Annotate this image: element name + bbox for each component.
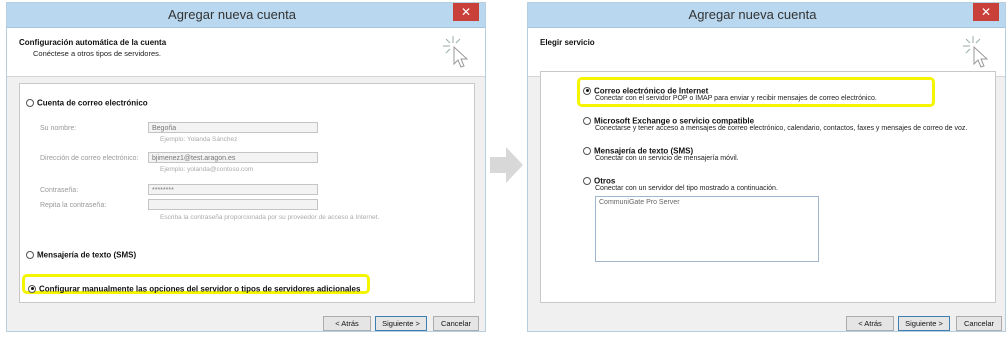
name-label: Su nombre: (40, 125, 77, 132)
title-bar: Agregar nueva cuenta ✕ (528, 3, 1005, 28)
dialog-header: Configuración automática de la cuenta Co… (7, 28, 485, 77)
next-button[interactable]: Siguiente > (375, 316, 427, 331)
email-input[interactable]: bjimenez1@test.aragon.es (148, 152, 318, 163)
option-sms-desc: Conectar con un servicio de mensajería m… (595, 155, 739, 162)
radio-internet-email[interactable] (583, 86, 591, 95)
repeat-password-input[interactable] (148, 199, 318, 210)
next-button[interactable]: Siguiente > (898, 316, 950, 331)
window-title: Agregar nueva cuenta (168, 7, 296, 22)
option-internet-email-label: Correo electrónico de Internet (594, 86, 709, 96)
repeat-password-label: Repita la contraseña: (40, 202, 107, 209)
option-other-desc: Conectar con un servidor del tipo mostra… (595, 185, 778, 192)
radio-sms[interactable] (26, 250, 34, 259)
password-label: Contraseña: (40, 187, 79, 194)
email-hint: Ejemplo: yolanda@contoso.com (160, 166, 254, 173)
option-manual-label: Configurar manualmente las opciones del … (39, 284, 361, 294)
wizard-cursor-icon (443, 36, 469, 68)
service-options-panel: Correo electrónico de Internet Conectar … (540, 71, 996, 303)
radio-other[interactable] (583, 176, 591, 185)
option-other-label: Otros (594, 176, 616, 186)
window-title: Agregar nueva cuenta (688, 7, 817, 22)
header-title: Elegir servicio (540, 38, 595, 47)
email-label: Dirección de correo electrónico: (40, 155, 139, 162)
options-panel: Cuenta de correo electrónico Su nombre: … (19, 83, 475, 303)
option-sms-label: Mensajería de texto (SMS) (37, 250, 137, 260)
password-input[interactable]: ******** (148, 184, 318, 195)
wizard-cursor-icon (963, 36, 989, 68)
radio-exchange[interactable] (583, 116, 591, 125)
back-button[interactable]: < Atrás (323, 316, 371, 331)
radio-sms[interactable] (583, 146, 591, 155)
header-subtitle: Conéctese a otros tipos de servidores. (33, 49, 161, 58)
arrow-right-icon (490, 147, 523, 183)
option-manual-config[interactable]: Configurar manualmente las opciones del … (28, 280, 360, 298)
radio-email-account[interactable] (26, 98, 34, 107)
back-button[interactable]: < Atrás (846, 316, 894, 331)
password-hint: Escriba la contraseña proporcionada por … (160, 214, 380, 221)
close-icon[interactable]: ✕ (973, 3, 999, 21)
close-icon[interactable]: ✕ (453, 3, 479, 21)
name-input[interactable]: Begoña (148, 122, 318, 133)
name-hint: Ejemplo: Yolanda Sánchez (160, 136, 238, 143)
option-sms[interactable]: Mensajería de texto (SMS) (26, 246, 136, 264)
add-account-dialog-service: Agregar nueva cuenta ✕ Elegir servicio C… (527, 2, 1006, 332)
title-bar: Agregar nueva cuenta ✕ (7, 3, 485, 28)
dialog-header: Elegir servicio (528, 28, 1005, 77)
header-title: Configuración automática de la cuenta (19, 38, 167, 47)
option-sms-label: Mensajería de texto (SMS) (594, 146, 694, 156)
cancel-button[interactable]: Cancelar (956, 316, 1002, 331)
option-exchange-label: Microsoft Exchange o servicio compatible (594, 116, 755, 126)
add-account-dialog-auto: Agregar nueva cuenta ✕ Configuración aut… (6, 2, 486, 332)
option-email-account[interactable]: Cuenta de correo electrónico (26, 94, 148, 112)
option-internet-email-desc: Conectar con el servidor POP o IMAP para… (595, 95, 877, 102)
option-email-label: Cuenta de correo electrónico (37, 98, 148, 108)
radio-manual-config[interactable] (28, 284, 36, 293)
option-exchange-desc: Conectarse y tener acceso a mensajes de … (595, 125, 968, 132)
cancel-button[interactable]: Cancelar (433, 316, 479, 331)
list-item[interactable]: CommuniGate Pro Server (599, 199, 815, 206)
other-server-list[interactable]: CommuniGate Pro Server (595, 196, 819, 262)
